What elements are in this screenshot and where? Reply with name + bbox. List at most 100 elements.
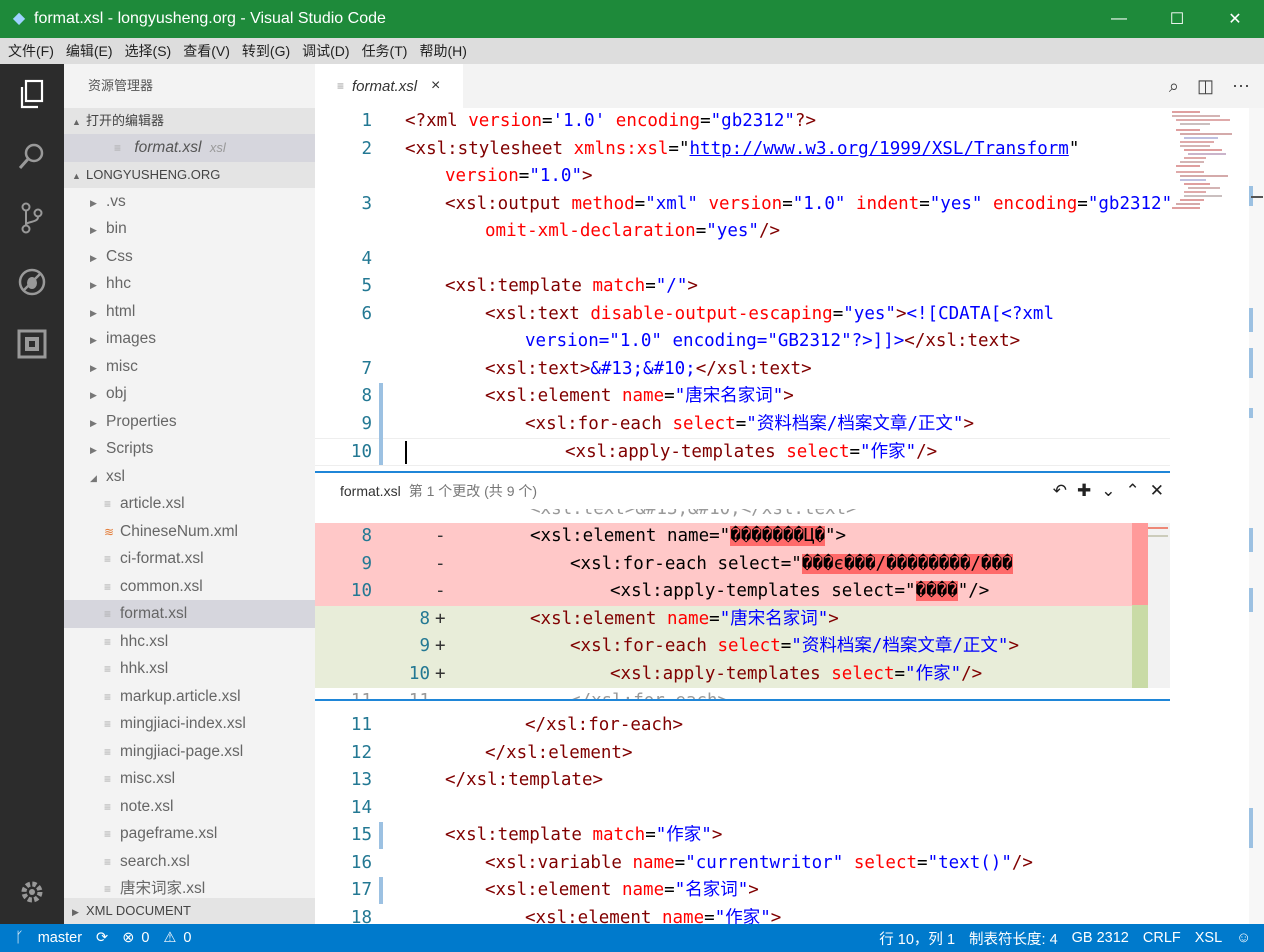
tab-close-button[interactable]: × (431, 77, 440, 95)
activity-bar (0, 64, 64, 924)
revert-change-icon[interactable]: ↶ (1053, 481, 1067, 501)
maximize-button[interactable]: ☐ (1148, 0, 1206, 38)
file-item[interactable]: ≡ markup.article.xsl (64, 683, 315, 711)
source-control-icon[interactable] (0, 190, 64, 246)
branch-name[interactable]: master (38, 930, 82, 946)
menu-tasks[interactable]: 任务(T) (356, 41, 414, 61)
stage-change-icon[interactable]: ✚ (1077, 481, 1091, 501)
open-changes-icon[interactable]: ⌕ (1169, 76, 1179, 97)
code-editor-bottom[interactable]: 11 </xsl:for-each> 12 </xsl:element> 13 </x… (315, 712, 1170, 924)
folder-label: images (106, 330, 156, 347)
editor-area: ≡ format.xsl × ⌕ ◫ ⋯ 1 <?xml version='1.0… (315, 64, 1264, 924)
menu-view[interactable]: 查看(V) (177, 41, 236, 61)
file-label: search.xsl (120, 852, 190, 870)
file-encoding[interactable]: GB 2312 (1072, 930, 1129, 946)
file-label: hhk.xsl (120, 660, 169, 677)
xml-file-icon: ≋ (104, 524, 115, 539)
open-editors-header[interactable]: ▲ 打开的编辑器 (64, 108, 315, 134)
folder-item[interactable]: ▶ misc (64, 353, 315, 381)
close-button[interactable]: ✕ (1206, 0, 1264, 38)
peek-change-info: 第 1 个更改 (共 9 个) (408, 483, 538, 499)
folder-item[interactable]: ▶ .vs (64, 188, 315, 216)
collapsed-arrow-icon: ▶ (90, 280, 97, 290)
menu-goto[interactable]: 转到(G) (236, 41, 296, 61)
file-item[interactable]: ≋ ChineseNum.xml (64, 518, 315, 546)
status-bar: ᚴ master ⟳ ⊗ 0 ⚠ 0 行 10，列 1 制表符长度: 4 GB … (0, 924, 1264, 952)
file-item[interactable]: ≡ misc.xsl (64, 765, 315, 793)
file-icon: ≡ (337, 79, 345, 93)
menu-selection[interactable]: 选择(S) (119, 41, 178, 61)
explorer-sidebar: 资源管理器 ▲ 打开的编辑器 ≡ format.xsl xsl ▲ LONGYUSH… (64, 64, 315, 924)
file-label: mingjiaci-index.xsl (120, 715, 246, 732)
line-ending[interactable]: CRLF (1143, 930, 1181, 946)
vertical-scrollbar[interactable] (1249, 108, 1264, 924)
error-count[interactable]: 0 (141, 930, 149, 946)
file-label: hhc.xsl (120, 632, 169, 650)
tab-label: format.xsl (352, 77, 418, 95)
folder-item[interactable]: ▶ Scripts (64, 435, 315, 463)
file-item[interactable]: ≡ ci-format.xsl (64, 545, 315, 573)
file-item[interactable]: ≡ mingjiaci-page.xsl (64, 738, 315, 766)
tab-bar: ≡ format.xsl × ⌕ ◫ ⋯ (315, 64, 1264, 108)
folder-item[interactable]: ▶ html (64, 298, 315, 326)
file-item[interactable]: ≡ search.xsl (64, 848, 315, 876)
search-icon[interactable] (0, 128, 64, 184)
file-item[interactable]: ≡ note.xsl (64, 793, 315, 821)
code-editor-top[interactable]: 1 <?xml version='1.0' encoding="gb2312"?>… (315, 108, 1170, 471)
minimize-button[interactable]: — (1090, 0, 1148, 38)
file-icon: ≡ (104, 744, 112, 759)
window-title: format.xsl - longyusheng.org - Visual St… (34, 10, 386, 27)
menu-help[interactable]: 帮助(H) (413, 41, 472, 61)
file-icon: ≡ (104, 552, 112, 566)
file-item[interactable]: ≡ hhc.xsl (64, 628, 315, 656)
folder-label: bin (106, 220, 127, 237)
collapse-arrow-icon: ▲ (72, 117, 81, 127)
tab-format-xsl[interactable]: ≡ format.xsl × (315, 64, 463, 108)
menu-edit[interactable]: 编辑(E) (60, 41, 119, 61)
feedback-smiley-icon[interactable]: ☺ (1236, 930, 1251, 946)
file-item[interactable]: ≡ common.xsl (64, 573, 315, 601)
file-label: mingjiaci-page.xsl (120, 742, 244, 760)
file-icon: ≡ (104, 579, 112, 594)
file-icon: ≡ (104, 772, 112, 786)
previous-change-icon[interactable]: ⌃ (1126, 481, 1140, 501)
explorer-icon[interactable] (0, 66, 64, 122)
folder-item[interactable]: ▶ obj (64, 380, 315, 408)
file-item[interactable]: ≡ hhk.xsl (64, 655, 315, 683)
menu-file[interactable]: 文件(F) (2, 41, 60, 61)
close-peek-icon[interactable]: ✕ (1150, 481, 1164, 501)
expand-arrow-icon: ▶ (72, 907, 79, 917)
menu-bar: 文件(F) 编辑(E) 选择(S) 查看(V) 转到(G) 调试(D) 任务(T… (0, 38, 1264, 64)
file-item[interactable]: ≡ format.xsl (64, 600, 315, 628)
folder-item[interactable]: ▶ Css (64, 243, 315, 271)
cursor-position[interactable]: 行 10，列 1 (879, 928, 955, 949)
folder-item[interactable]: ▶ hhc (64, 270, 315, 298)
folder-label: misc (106, 357, 138, 375)
folder-item[interactable]: ▶ bin (64, 215, 315, 243)
collapsed-arrow-icon: ▶ (90, 445, 97, 455)
split-editor-icon[interactable]: ◫ (1197, 76, 1214, 97)
sync-icon[interactable]: ⟳ (96, 930, 108, 946)
file-item[interactable]: ≡ pageframe.xsl (64, 820, 315, 848)
folder-item[interactable]: ▶ Properties (64, 408, 315, 436)
vscode-logo-icon: ◆ (12, 10, 26, 27)
folder-item[interactable]: ◢ xsl (64, 463, 315, 491)
menu-debug[interactable]: 调试(D) (296, 41, 355, 61)
folder-item[interactable]: ▶ images (64, 325, 315, 353)
tab-size[interactable]: 制表符长度: 4 (969, 928, 1058, 949)
folder-label: Scripts (106, 440, 154, 457)
file-item[interactable]: ≡ mingjiaci-index.xsl (64, 710, 315, 738)
xml-document-header[interactable]: ▶ XML DOCUMENT (64, 898, 315, 924)
more-actions-icon[interactable]: ⋯ (1232, 76, 1250, 97)
peek-file-name: format.xsl (340, 483, 401, 499)
language-mode[interactable]: XSL (1195, 930, 1222, 946)
debug-icon[interactable] (0, 254, 64, 310)
open-editor-hint: xsl (209, 140, 226, 155)
next-change-icon[interactable]: ⌄ (1101, 481, 1115, 501)
open-editor-item[interactable]: ≡ format.xsl xsl (64, 134, 315, 162)
settings-gear-icon[interactable] (0, 864, 64, 920)
extensions-icon[interactable] (0, 316, 64, 372)
project-header[interactable]: ▲ LONGYUSHENG.ORG (64, 161, 315, 188)
warning-count[interactable]: 0 (183, 930, 191, 946)
file-item[interactable]: ≡ article.xsl (64, 490, 315, 518)
